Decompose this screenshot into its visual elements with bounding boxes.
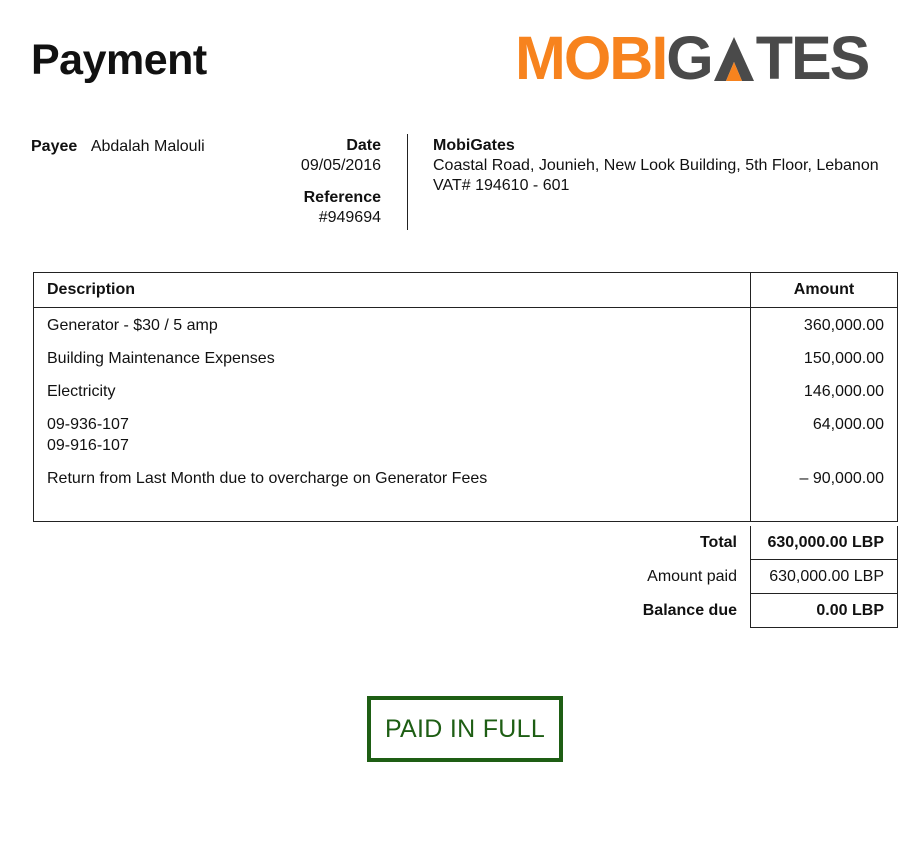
- amount-header: Amount: [750, 272, 898, 308]
- totals-block: Total 630,000.00 LBP Amount paid 630,000…: [33, 526, 898, 628]
- table-header-row: Description Amount: [33, 272, 898, 308]
- total-value: 630,000.00 LBP: [750, 526, 898, 560]
- mobigates-logo: MOBIG TES: [515, 28, 870, 89]
- row-amount: 64,000.00: [750, 414, 898, 468]
- line-items-table: Description Amount Generator - $30 / 5 a…: [33, 272, 898, 522]
- logo-text-tes: TES: [755, 24, 871, 92]
- company-vat: VAT# 194610 - 601: [433, 177, 570, 194]
- payee-block: Payee Abdalah Malouli: [31, 138, 205, 156]
- reference-value: #949694: [318, 209, 381, 226]
- amount-paid-label: Amount paid: [647, 568, 737, 585]
- row-amount: 146,000.00: [750, 381, 898, 414]
- balance-due-label: Balance due: [642, 602, 737, 619]
- row-amount: – 90,000.00: [750, 468, 898, 522]
- company-block: MobiGates Coastal Road, Jounieh, New Loo…: [433, 136, 879, 196]
- row-description: Building Maintenance Expenses: [33, 348, 751, 381]
- balance-due-row: Balance due 0.00 LBP: [33, 594, 898, 628]
- table-row: Electricity 146,000.00: [33, 381, 898, 414]
- row-amount: 360,000.00: [750, 307, 898, 348]
- row-description: Electricity: [33, 381, 751, 414]
- amount-paid-row: Amount paid 630,000.00 LBP: [33, 560, 898, 594]
- page-title: Payment: [31, 36, 207, 84]
- phone-line-2: 09-916-107: [47, 437, 129, 454]
- date-value: 09/05/2016: [300, 157, 381, 174]
- payee-name: Abdalah Malouli: [90, 138, 205, 155]
- row-description: Generator - $30 / 5 amp: [33, 307, 751, 348]
- company-address: Coastal Road, Jounieh, New Look Building…: [433, 157, 879, 174]
- total-row: Total 630,000.00 LBP: [33, 526, 898, 560]
- row-description: Return from Last Month due to overcharge…: [33, 468, 751, 522]
- table-row: Generator - $30 / 5 amp 360,000.00: [33, 307, 898, 348]
- paid-in-full-stamp: PAID IN FULL: [367, 696, 563, 762]
- payment-meta: Date 09/05/2016 Reference #949694: [301, 136, 381, 228]
- table-row: Building Maintenance Expenses 150,000.00: [33, 348, 898, 381]
- date-label: Date: [346, 137, 381, 154]
- row-description: 09-936-107 09-916-107: [33, 414, 751, 468]
- company-name: MobiGates: [433, 137, 515, 154]
- phone-line-1: 09-936-107: [47, 416, 129, 433]
- total-label: Total: [699, 534, 737, 551]
- amount-paid-value: 630,000.00 LBP: [750, 560, 898, 594]
- table-row: 09-936-107 09-916-107 64,000.00: [33, 414, 898, 468]
- row-amount: 150,000.00: [750, 348, 898, 381]
- reference-label: Reference: [303, 189, 381, 206]
- divider: [407, 134, 408, 230]
- payee-label: Payee: [31, 138, 78, 155]
- logo-text-g: G: [666, 24, 713, 92]
- table-row: Return from Last Month due to overcharge…: [33, 468, 898, 522]
- logo-text-mobi: MOBI: [515, 24, 668, 92]
- balance-due-value: 0.00 LBP: [750, 594, 898, 628]
- description-header: Description: [33, 272, 751, 308]
- logo-a-triangle: [712, 28, 756, 89]
